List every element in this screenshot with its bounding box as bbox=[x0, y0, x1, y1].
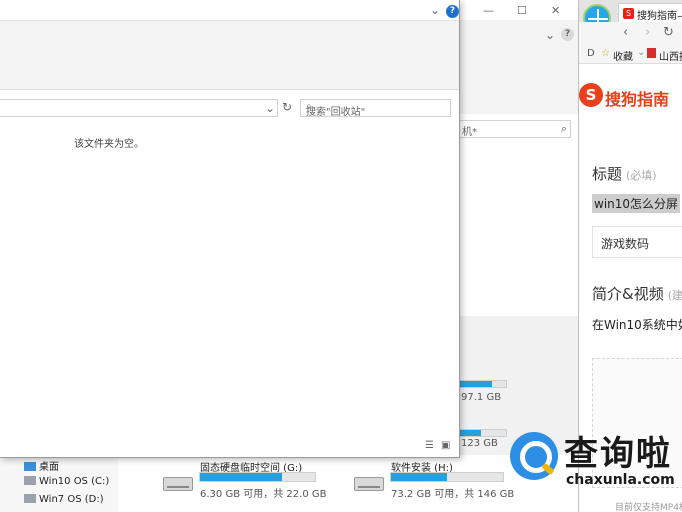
drive-icon bbox=[24, 494, 36, 503]
recycle-bin-window: ⌄ ? ⌄ ↻ 搜索"回收站" ⌕ 该文件夹为空。 ☰ ▣ bbox=[0, 0, 460, 458]
search-placeholder: 机* bbox=[462, 127, 477, 138]
favorites-button[interactable]: 收藏 bbox=[613, 48, 633, 63]
drive-usage-bar bbox=[459, 429, 507, 437]
search-icon: ⌕ bbox=[306, 101, 312, 112]
help-icon[interactable]: ? bbox=[446, 5, 459, 18]
watermark-text: 查询啦 bbox=[564, 434, 672, 474]
drive-icon bbox=[163, 477, 193, 491]
chevron-down-icon[interactable]: ⌄ bbox=[265, 101, 275, 115]
title-field-label: 标题 (必填) bbox=[592, 165, 657, 183]
ribbon bbox=[0, 20, 459, 90]
sogou-favicon: S bbox=[623, 8, 634, 19]
nav-item-drive-c[interactable]: Win10 OS (C:) bbox=[24, 476, 109, 487]
navigation-pane: 桌面 Win10 OS (C:) Win7 OS (D:) bbox=[0, 455, 118, 512]
chevron-down-icon[interactable]: ⌄ bbox=[430, 3, 440, 17]
browser-toolbar: ‹ › ↻ bbox=[579, 22, 682, 44]
search-input[interactable]: 机* ⌕ bbox=[459, 120, 571, 138]
nav-item-desktop[interactable]: 桌面 bbox=[24, 458, 59, 473]
drive-usage-bar bbox=[459, 380, 507, 388]
drive-free-text: 97.1 GB bbox=[461, 392, 502, 403]
watermark-url: chaxunla.com bbox=[566, 472, 675, 488]
refresh-icon[interactable]: ↻ bbox=[282, 100, 292, 114]
minimize-button[interactable]: — bbox=[483, 4, 494, 17]
ribbon: ⌄ ? bbox=[459, 20, 579, 114]
search-icon: ⌕ bbox=[560, 122, 567, 135]
drive-usage-bar bbox=[390, 472, 504, 482]
drive-free-text: 123 GB bbox=[461, 438, 498, 449]
favorites-prefix: D bbox=[587, 48, 595, 59]
star-icon: ☆ bbox=[601, 48, 610, 59]
back-icon[interactable]: ‹ bbox=[623, 25, 628, 40]
drive-icon bbox=[24, 476, 36, 485]
details-view-icon[interactable]: ☰ bbox=[425, 440, 434, 451]
large-icons-view-icon[interactable]: ▣ bbox=[441, 440, 450, 451]
sogou-logo-icon: S bbox=[579, 83, 603, 107]
favorite-item[interactable]: 山西招 bbox=[659, 48, 682, 63]
help-icon[interactable]: ? bbox=[561, 28, 574, 41]
drive-icon bbox=[354, 477, 384, 491]
refresh-icon[interactable]: ↻ bbox=[663, 25, 674, 40]
chevron-down-icon[interactable]: ⌄ bbox=[637, 47, 645, 58]
tab-sogou-guide[interactable]: S 搜狗指南— bbox=[618, 3, 682, 22]
drive-size-text: 6.30 GB 可用，共 22.0 GB bbox=[200, 489, 327, 500]
forward-icon[interactable]: › bbox=[645, 25, 650, 40]
watermark-logo: 查询啦 chaxunla.com bbox=[508, 428, 682, 488]
search-input[interactable]: 搜索"回收站" ⌕ bbox=[300, 99, 451, 118]
maximize-button[interactable]: ☐ bbox=[517, 4, 527, 17]
favorites-bar: D ☆ 收藏 ⌄ 山西招 bbox=[579, 44, 682, 64]
title-bar: ⌄ ? bbox=[0, 0, 459, 20]
intro-field-label: 简介&视频 (建 bbox=[592, 285, 682, 303]
drive-size-text: 73.2 GB 可用，共 146 GB bbox=[391, 489, 515, 500]
close-button[interactable]: ✕ bbox=[551, 4, 560, 17]
intro-textarea[interactable]: 在Win10系统中如 bbox=[592, 316, 682, 333]
drive-usage-bar bbox=[199, 472, 316, 482]
title-input[interactable]: win10怎么分屏 bbox=[592, 194, 681, 213]
magnifier-logo-icon bbox=[510, 432, 558, 480]
chevron-down-icon[interactable]: ⌄ bbox=[545, 28, 555, 42]
title-bar: — ☐ ✕ bbox=[459, 0, 579, 20]
site-favicon bbox=[647, 48, 656, 58]
address-bar[interactable]: ⌄ bbox=[0, 99, 278, 117]
desktop-icon bbox=[24, 462, 36, 471]
nav-item-drive-d[interactable]: Win7 OS (D:) bbox=[24, 494, 104, 505]
upload-hint: 目前仅支持MP4格 bbox=[615, 503, 682, 512]
explorer-bottom-strip: 桌面 Win10 OS (C:) Win7 OS (D:) 固态硬盘临时空间 (… bbox=[0, 455, 578, 512]
sogou-guide-brand[interactable]: S 搜狗指南 bbox=[579, 83, 682, 111]
category-select[interactable]: 游戏数码 bbox=[592, 226, 682, 258]
empty-folder-message: 该文件夹为空。 bbox=[74, 139, 144, 150]
